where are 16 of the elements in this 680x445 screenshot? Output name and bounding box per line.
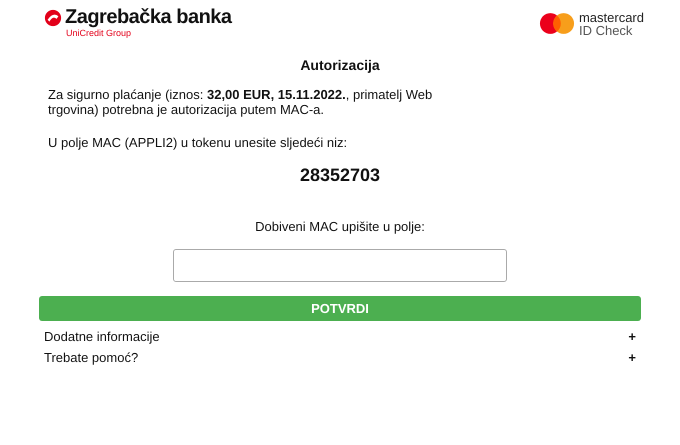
bank-group: UniCredit Group [66,28,232,38]
expand-icon[interactable]: + [628,350,636,365]
bank-logo-icon [44,8,62,26]
intro-text: Za sigurno plaćanje (iznos: 32,00 EUR, 15.11.2022., primatelj Web trgovina) potrebna je autorizacija putem MAC-a. [48,87,434,117]
section-link[interactable]: Trebate pomoć? [44,350,138,365]
instruction-text: U polje MAC (APPLI2) u tokenu unesite sljedeći niz: [48,135,348,150]
bank-name: Zagrebačka banka [65,6,232,29]
mastercard-circles-icon [538,12,575,35]
mac-input-field[interactable] [173,249,507,282]
field-label: Dobiveni MAC upišite u polje: [255,219,425,234]
scheme-product: ID Check [578,24,634,36]
expand-icon[interactable]: + [628,329,636,344]
page-title: Autorizacija [300,57,380,73]
code-text: 28352703 [300,165,380,186]
scheme-name: mastercard [578,10,644,24]
section-link[interactable]: Dodatne informacije [44,329,160,344]
